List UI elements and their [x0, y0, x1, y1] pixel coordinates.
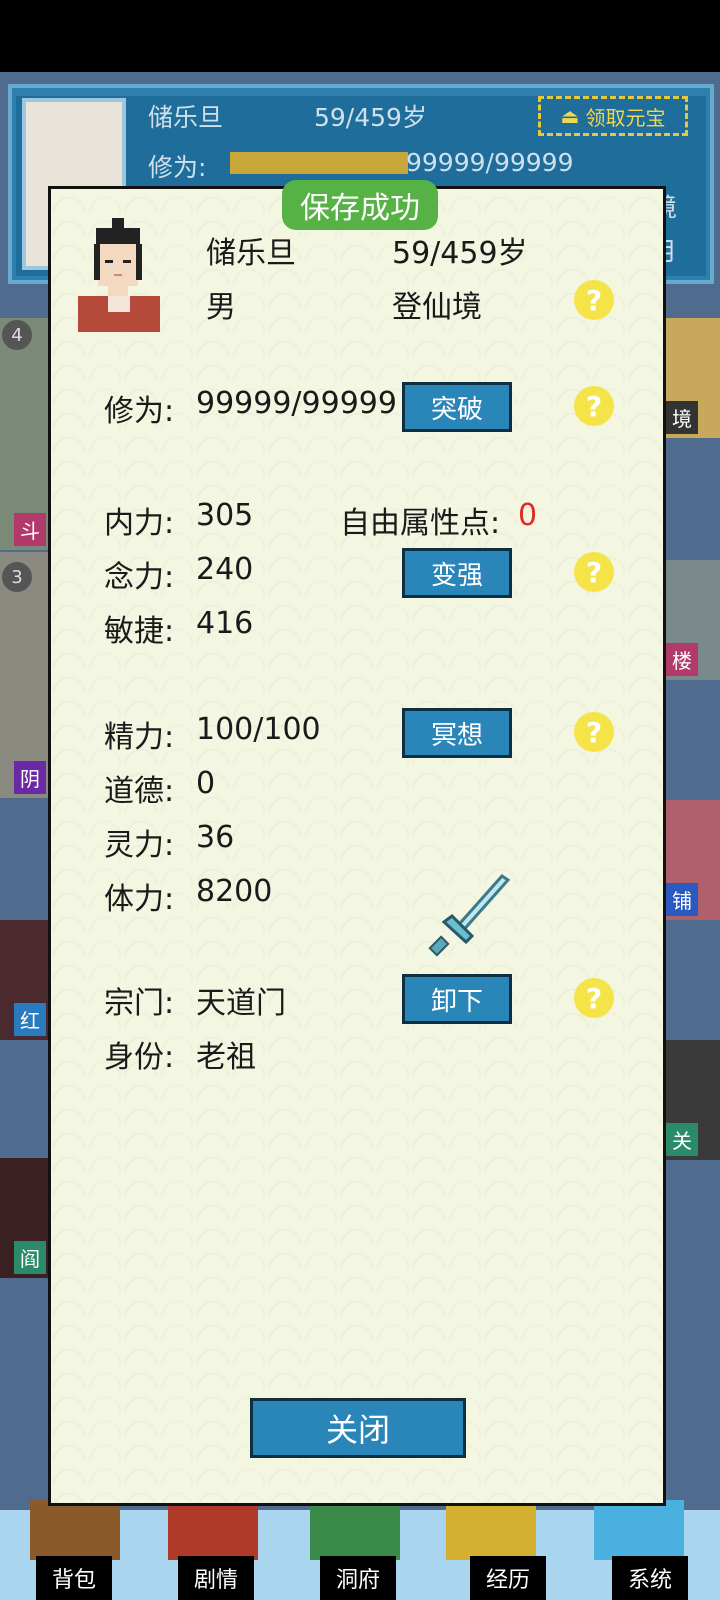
book-icon — [446, 1500, 536, 1560]
internal-power-label: 内力: — [104, 506, 175, 541]
mind-power-value: 240 — [196, 552, 254, 587]
header-cultivation-bar — [230, 152, 408, 174]
mind-power-label: 念力: — [104, 560, 175, 595]
unequip-button[interactable]: 卸下 — [402, 974, 512, 1024]
agility-label: 敏捷: — [104, 614, 175, 649]
count-badge: 3 — [2, 562, 32, 592]
status-bar — [0, 0, 720, 72]
backpack-icon — [30, 1500, 120, 1560]
free-points-value: 0 — [518, 498, 538, 533]
save-success-toast: 保存成功 — [282, 180, 438, 230]
nav-backpack[interactable]: 背包 — [36, 1556, 112, 1600]
cultivation-help-icon[interactable]: ? — [574, 386, 614, 426]
location-tile-label: 阴 — [14, 761, 46, 794]
location-tile-label: 阎 — [14, 1241, 46, 1274]
strengthen-button[interactable]: 变强 — [402, 548, 512, 598]
breakthrough-button[interactable]: 突破 — [402, 382, 512, 432]
nav-story[interactable]: 剧情 — [178, 1556, 254, 1600]
morality-label: 道德: — [104, 774, 175, 809]
sect-value: 天道门 — [196, 986, 286, 1021]
location-tile[interactable]: 关 — [666, 1040, 720, 1160]
agility-value: 416 — [196, 606, 254, 641]
spirit-power-value: 36 — [196, 820, 235, 855]
location-tile[interactable]: 铺 — [666, 800, 720, 920]
claim-gold-label: 领取元宝 — [585, 105, 666, 130]
location-tile-label: 红 — [14, 1003, 46, 1036]
character-portrait — [78, 218, 160, 332]
scroll-icon — [168, 1500, 258, 1560]
claim-gold-button[interactable]: ⏏ 领取元宝 — [538, 96, 688, 136]
header-age: 59/459岁 — [314, 103, 427, 132]
close-button[interactable]: 关闭 — [250, 1398, 466, 1458]
location-tile[interactable]: 斗 — [0, 318, 48, 550]
nav-system[interactable]: 系统 — [612, 1556, 688, 1600]
gear-icon — [594, 1500, 684, 1560]
identity-label: 身份: — [104, 1040, 175, 1075]
sect-help-icon[interactable]: ? — [574, 978, 614, 1018]
realm-help-icon[interactable]: ? — [574, 280, 614, 320]
location-tile-label: 楼 — [666, 643, 698, 676]
nav-history[interactable]: 经历 — [470, 1556, 546, 1600]
energy-label: 精力: — [104, 720, 175, 755]
gold-ingot-icon: ⏏ — [560, 104, 580, 128]
location-tile-label: 关 — [666, 1123, 698, 1156]
attributes-help-icon[interactable]: ? — [574, 552, 614, 592]
internal-power-value: 305 — [196, 498, 254, 533]
nav-cave[interactable]: 洞府 — [320, 1556, 396, 1600]
location-tile-label: 境 — [666, 401, 698, 434]
character-realm: 登仙境 — [392, 290, 482, 325]
location-tile-label: 铺 — [666, 883, 698, 916]
character-age: 59/459岁 — [392, 236, 528, 271]
meditate-button[interactable]: 冥想 — [402, 708, 512, 758]
location-tile[interactable]: 红 — [0, 920, 48, 1040]
cultivation-label: 修为: — [104, 394, 175, 429]
energy-help-icon[interactable]: ? — [574, 712, 614, 752]
character-name: 储乐旦 — [206, 236, 296, 271]
identity-value: 老祖 — [196, 1040, 256, 1075]
stamina-value: 8200 — [196, 874, 273, 909]
count-badge: 4 — [2, 320, 32, 350]
location-tile[interactable]: 境 — [666, 318, 720, 438]
sect-label: 宗门: — [104, 986, 175, 1021]
header-cultivation-value: 99999/99999 — [406, 148, 574, 177]
pavilion-icon — [310, 1500, 400, 1560]
location-tile-label: 斗 — [14, 513, 46, 546]
header-cultivation-label: 修为: — [148, 153, 207, 182]
spirit-power-label: 灵力: — [104, 828, 175, 863]
free-points-label: 自由属性点: — [340, 506, 501, 541]
sword-icon[interactable] — [420, 872, 510, 962]
location-tile[interactable]: 楼 — [666, 560, 720, 680]
morality-value: 0 — [196, 766, 216, 801]
cultivation-value: 99999/99999 — [196, 386, 397, 421]
stamina-label: 体力: — [104, 882, 175, 917]
header-name: 储乐旦 — [148, 103, 224, 132]
energy-value: 100/100 — [196, 712, 321, 747]
character-gender: 男 — [206, 290, 236, 325]
location-tile[interactable]: 阎 — [0, 1158, 48, 1278]
